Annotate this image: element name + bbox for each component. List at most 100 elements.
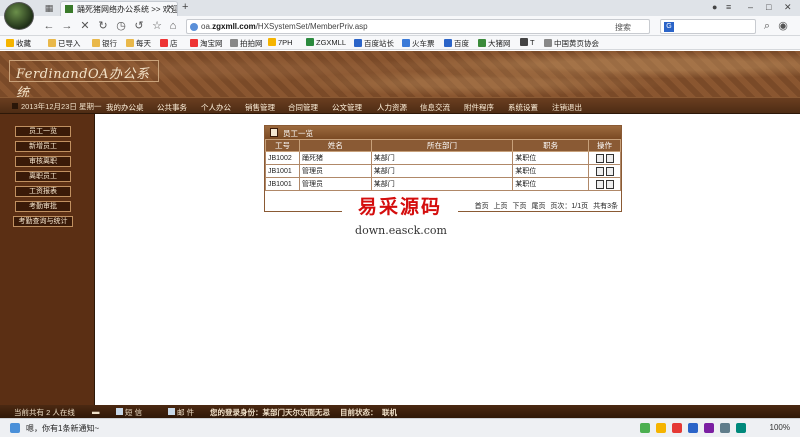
stop-icon[interactable]: ✕ [78,19,92,33]
menu-logout[interactable]: 注销退出 [552,102,582,113]
cell-dept: 某部门 [370,177,514,191]
menu-sales[interactable]: 销售管理 [245,102,275,113]
menu-public-affairs[interactable]: 公共事务 [157,102,187,113]
folder-icon [92,39,100,47]
browser-tab[interactable]: 踊死猪网络办公系统 >> 欢迎 ✕ [60,1,178,16]
download-icon[interactable] [640,423,650,433]
sidebar-item-resigned-employees[interactable]: 离职员工 [15,171,71,182]
permission-icon[interactable] [605,179,614,189]
home-icon[interactable]: ⌂ [166,19,180,33]
address-bar[interactable]: oa.zgxmll.com/HXSystemSet/MemberPriv.asp… [186,19,650,34]
grid-icon[interactable]: ▦ [44,3,54,13]
favicon-icon [65,5,73,13]
bookmark-item[interactable]: 火车票 [402,38,435,49]
menu-my-desk[interactable]: 我的办公桌 [106,102,144,113]
search-engine-icon: G [664,22,674,32]
new-tab-button[interactable]: + [182,1,188,13]
pager-prev[interactable]: 上页 [494,203,508,210]
maximize-icon[interactable]: □ [766,2,771,12]
sidebar-item-employee-list[interactable]: 员工一览 [15,126,71,137]
search-icon[interactable]: ⌕ [760,19,774,33]
bookmark-item[interactable]: 7PH [268,38,293,47]
bookmark-item[interactable]: T [520,38,535,47]
bookmark-item[interactable]: 中国黄页协会 [544,38,599,49]
cell-id: JB1001 [265,177,300,191]
cell-ops [588,151,621,165]
folder-icon [126,39,134,47]
pager-next[interactable]: 下页 [513,203,527,210]
bookmark-item[interactable]: ZGXMLL [306,38,346,47]
edit-icon[interactable] [595,153,604,163]
menu-system-settings[interactable]: 系统设置 [508,102,538,113]
skin-icon[interactable]: ● [712,2,717,12]
bookmark-item[interactable]: 银行 [92,38,117,49]
history-icon[interactable]: ◷ [114,19,128,33]
undo-icon[interactable]: ↺ [132,19,146,33]
sidebar-item-salary-report[interactable]: 工资报表 [15,186,71,197]
app-status-bar: 当前共有 2 人在线 ▬ 短 信 邮 件 您的登录身份：某部门天尔沃面无忌 目前… [0,405,800,418]
mail-link[interactable]: 邮 件 [168,407,194,418]
sidebar-item-attendance-query[interactable]: 考勤查询与统计 [13,216,73,227]
bookmark-item[interactable]: 百度站长 [354,38,394,49]
search-engine-label[interactable]: 搜索 [615,22,631,33]
sidebar-item-add-employee[interactable]: 新增员工 [15,141,71,152]
edit-icon[interactable] [595,179,604,189]
minimize-icon[interactable]: – [748,2,753,12]
cell-name: 管理员 [298,164,372,178]
bookmark-item[interactable]: 每天 [126,38,151,49]
extension-icon[interactable]: ◉ [776,19,790,33]
bookmark-item[interactable]: 已导入 [48,38,81,49]
col-title: 职务 [512,139,590,152]
close-window-icon[interactable]: ✕ [784,2,792,13]
refresh-icon[interactable]: ↻ [96,19,110,33]
menu-attachments[interactable]: 附件程序 [464,102,494,113]
close-tab-icon[interactable]: ✕ [167,3,174,12]
permission-icon[interactable] [605,153,614,163]
sms-link[interactable]: 短 信 [116,407,142,418]
menu-documents[interactable]: 公文管理 [332,102,362,113]
mail-icon [168,408,175,415]
star-icon[interactable]: ☆ [150,19,164,33]
employee-table: 工号 姓名 所在部门 职务 操作 JB1002 踊死猪 某部门 某职位 JB10… [265,139,621,191]
cell-ops [588,177,621,191]
pager-last[interactable]: 尾页 [531,203,545,210]
menu-info-exchange[interactable]: 信息交流 [420,102,450,113]
sound-icon[interactable] [704,423,714,433]
watermark-url: down.easck.com [355,224,447,237]
bookmark-item[interactable]: 淘宝网 [190,38,223,49]
permission-icon[interactable] [605,166,614,176]
menu-icon[interactable]: ≡ [726,2,731,12]
notification-icon[interactable] [10,423,20,433]
accelerate-icon[interactable] [656,423,666,433]
bookmark-item[interactable]: 拍拍网 [230,38,263,49]
site-info-icon[interactable] [190,23,198,31]
yellowpage-icon [544,39,552,47]
security-icon[interactable] [672,423,682,433]
bookmark-item[interactable]: 店 [160,38,178,49]
current-date: 2013年12月23日 星期一 [12,101,101,112]
state-value: 联机 [382,408,397,417]
back-icon[interactable]: ← [42,19,56,33]
app-logo: FerdinandOA办公系统 [9,60,159,101]
edit-icon[interactable] [595,166,604,176]
sidebar-item-review-resignation[interactable]: 审核离职 [15,156,71,167]
network-icon[interactable] [736,423,746,433]
sidebar-item-attendance-approval[interactable]: 考勤审批 [15,201,71,212]
search-input[interactable]: G [660,19,756,34]
bookmark-item[interactable]: 百度 [444,38,469,49]
pager-first[interactable]: 首页 [475,203,489,210]
menu-personal-office[interactable]: 个人办公 [201,102,231,113]
menu-hr[interactable]: 人力资源 [377,102,407,113]
bookmark-item[interactable]: 收藏 [6,38,31,49]
cell-title: 某职位 [512,164,590,178]
baidu-webmaster-icon [354,39,362,47]
user-avatar[interactable] [4,2,34,30]
url-host: zgxmll.com [212,22,256,31]
notification-text[interactable]: 嗯，你有1条新通知~ [26,423,99,434]
forward-icon[interactable]: → [60,19,74,33]
bookmark-item[interactable]: 大猪网 [478,38,511,49]
menu-contracts[interactable]: 合同管理 [288,102,318,113]
zoom-level[interactable]: 100% [770,423,790,432]
cloud-icon[interactable] [688,423,698,433]
settings-icon[interactable] [720,423,730,433]
